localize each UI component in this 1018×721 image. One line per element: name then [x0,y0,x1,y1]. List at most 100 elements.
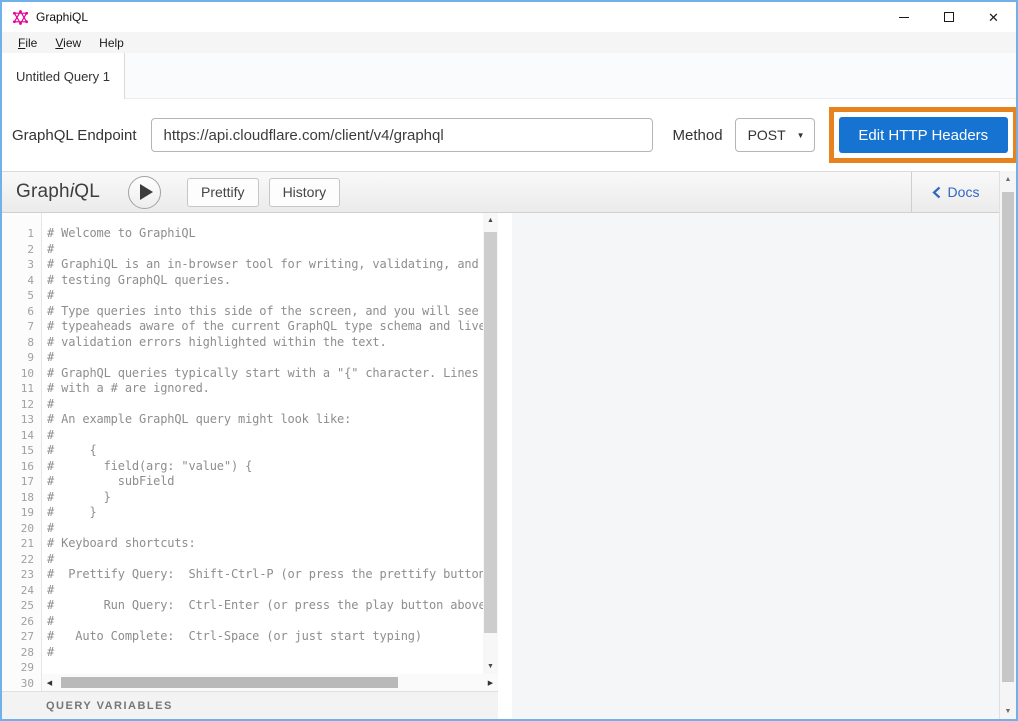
graphql-logo-icon [13,10,28,25]
menu-help[interactable]: Help [90,34,133,52]
line-number: 12 [2,397,41,413]
code-line[interactable]: # [47,428,483,444]
code-line[interactable]: # An example GraphQL query might look li… [47,412,483,428]
code-line[interactable] [47,660,483,674]
code-scroll-area: # Welcome to GraphiQL## GraphiQL is an i… [42,213,498,674]
scroll-down-icon[interactable]: ▼ [483,659,498,674]
maximize-button[interactable] [926,2,971,32]
chevron-down-icon: ▼ [797,131,805,140]
code-line[interactable]: # with a # are ignored. [47,381,483,397]
line-number: 5 [2,288,41,304]
line-number: 13 [2,412,41,428]
code-line[interactable]: # { [47,443,483,459]
graphiql-app: GraphiQL Prettify History Docs [2,171,1016,719]
chevron-left-icon [932,186,941,199]
code-line[interactable]: # [47,583,483,599]
code-line[interactable]: # testing GraphQL queries. [47,273,483,289]
line-numbers: 1234567891011121314151617181920212223242… [2,213,42,691]
minimize-button[interactable] [881,2,926,32]
vertical-scroll-thumb[interactable] [484,232,497,633]
vertical-scroll-track[interactable] [483,228,498,659]
close-icon: ✕ [988,11,999,24]
app-scroll-down-icon[interactable]: ▼ [1000,703,1016,719]
code-line[interactable]: # GraphQL queries typically start with a… [47,366,483,382]
code-line[interactable]: # Auto Complete: Ctrl-Space (or just sta… [47,629,483,645]
code-line[interactable]: # Run Query: Ctrl-Enter (or press the pl… [47,598,483,614]
execute-query-button[interactable] [128,176,161,209]
editor-vertical-scrollbar[interactable]: ▲ ▼ [483,213,498,674]
graphiql-logo-text: GraphiQL [16,181,100,203]
history-button[interactable]: History [269,178,341,207]
prettify-button[interactable]: Prettify [187,178,259,207]
docs-toggle[interactable]: Docs [911,172,999,212]
endpoint-input[interactable] [151,118,653,152]
annotation-highlight: Edit HTTP Headers [829,107,1018,163]
tab-bar: Untitled Query 1 [2,53,1016,99]
menu-file[interactable]: File [9,34,46,52]
code-line[interactable]: # subField [47,474,483,490]
horizontal-scroll-track[interactable] [57,674,483,691]
code-line[interactable]: # Type queries into this side of the scr… [47,304,483,320]
line-number: 22 [2,552,41,568]
code-line[interactable]: # Keyboard shortcuts: [47,536,483,552]
pane-divider[interactable] [498,213,512,719]
line-number: 2 [2,242,41,258]
menu-bar: FileViewHelp [2,32,1016,53]
graphiql-toolbar: GraphiQL Prettify History Docs [2,171,999,213]
line-number: 17 [2,474,41,490]
editor-horizontal-scrollbar[interactable]: ◀ ▶ [42,674,498,691]
line-number: 23 [2,567,41,583]
code-line[interactable]: # Prettify Query: Shift-Ctrl-P (or press… [47,567,483,583]
code-line[interactable]: # [47,552,483,568]
app-scroll-up-icon[interactable]: ▲ [1000,171,1016,187]
code-line[interactable]: # [47,397,483,413]
scroll-up-icon[interactable]: ▲ [483,213,498,228]
edit-http-headers-button[interactable]: Edit HTTP Headers [839,117,1008,153]
query-variables-bar[interactable]: QUERY VARIABLES [2,691,498,719]
app-window: GraphiQL ✕ FileViewHelp Untitled Query 1… [0,0,1018,721]
code-line[interactable]: # [47,242,483,258]
line-number: 30 [2,676,41,692]
code-line[interactable]: # [47,288,483,304]
line-number: 25 [2,598,41,614]
code-line[interactable]: # [47,614,483,630]
line-number: 16 [2,459,41,475]
scroll-right-icon[interactable]: ▶ [483,679,498,687]
method-selected-value: POST [748,127,786,143]
code-line[interactable]: # [47,350,483,366]
line-number: 7 [2,319,41,335]
minimize-icon [899,17,909,18]
horizontal-scroll-thumb[interactable] [61,677,398,688]
close-button[interactable]: ✕ [971,2,1016,32]
code-line[interactable]: # Welcome to GraphiQL [47,226,483,242]
app-scroll-track[interactable] [1000,187,1016,703]
code-line[interactable]: # GraphiQL is an in-browser tool for wri… [47,257,483,273]
maximize-icon [944,12,954,22]
code-line[interactable]: # [47,521,483,537]
tab-bar-empty-area [125,53,1016,99]
code-line[interactable]: # [47,645,483,661]
code-line[interactable]: # typeaheads aware of the current GraphQ… [47,319,483,335]
endpoint-label: GraphQL Endpoint [12,127,137,144]
scroll-left-icon[interactable]: ◀ [42,679,57,687]
app-scroll-thumb[interactable] [1002,192,1014,682]
method-select[interactable]: POST ▼ [735,118,815,152]
editor-body: 1234567891011121314151617181920212223242… [2,213,498,691]
code-line[interactable]: # field(arg: "value") { [47,459,483,475]
toolbar-left: GraphiQL Prettify History [2,172,911,212]
line-number: 3 [2,257,41,273]
code-lines[interactable]: # Welcome to GraphiQL## GraphiQL is an i… [42,213,483,674]
code-line[interactable]: # validation errors highlighted within t… [47,335,483,351]
line-number: 18 [2,490,41,506]
app-vertical-scrollbar[interactable]: ▲ ▼ [999,171,1016,719]
tab-untitled-query-1[interactable]: Untitled Query 1 [2,53,125,99]
menu-view[interactable]: View [46,34,90,52]
code-line[interactable]: # } [47,505,483,521]
docs-label: Docs [948,184,980,200]
line-number: 9 [2,350,41,366]
line-number: 26 [2,614,41,630]
endpoint-row: GraphQL Endpoint Method POST ▼ Edit HTTP… [2,99,1016,171]
query-variables-label: QUERY VARIABLES [46,700,173,712]
code-line[interactable]: # } [47,490,483,506]
result-pane [512,213,999,719]
